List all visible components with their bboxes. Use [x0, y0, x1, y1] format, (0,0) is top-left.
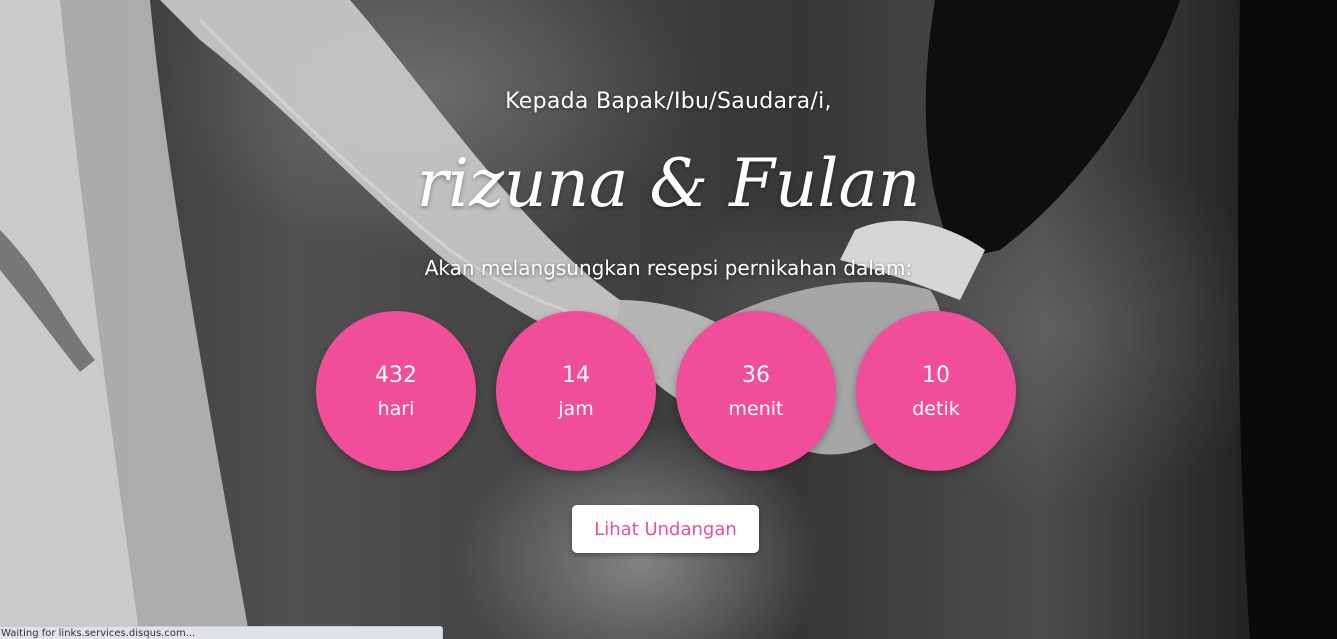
countdown-days-unit: hari [377, 398, 415, 420]
browser-status-bar: Waiting for links.services.disqus.com... [0, 626, 443, 639]
couple-names: rizuna & Fulan [416, 145, 921, 222]
countdown-seconds-unit: detik [912, 398, 960, 420]
countdown-seconds-value: 10 [922, 363, 950, 388]
countdown: 432 hari 14 jam 36 menit 10 detik [316, 311, 1016, 471]
countdown-hours-value: 14 [562, 363, 590, 388]
view-invitation-button[interactable]: Lihat Undangan [572, 505, 759, 553]
event-subtitle: Akan melangsungkan resepsi pernikahan da… [424, 256, 913, 280]
countdown-hours-unit: jam [558, 398, 594, 420]
countdown-minutes-value: 36 [742, 363, 770, 388]
countdown-seconds: 10 detik [856, 311, 1016, 471]
greeting-text: Kepada Bapak/Ibu/Saudara/i, [505, 89, 832, 114]
countdown-minutes-unit: menit [728, 398, 784, 420]
countdown-minutes: 36 menit [676, 311, 836, 471]
hero-section: Kepada Bapak/Ibu/Saudara/i, rizuna & Ful… [0, 0, 1337, 639]
countdown-hours: 14 jam [496, 311, 656, 471]
countdown-days-value: 432 [375, 363, 417, 388]
countdown-days: 432 hari [316, 311, 476, 471]
